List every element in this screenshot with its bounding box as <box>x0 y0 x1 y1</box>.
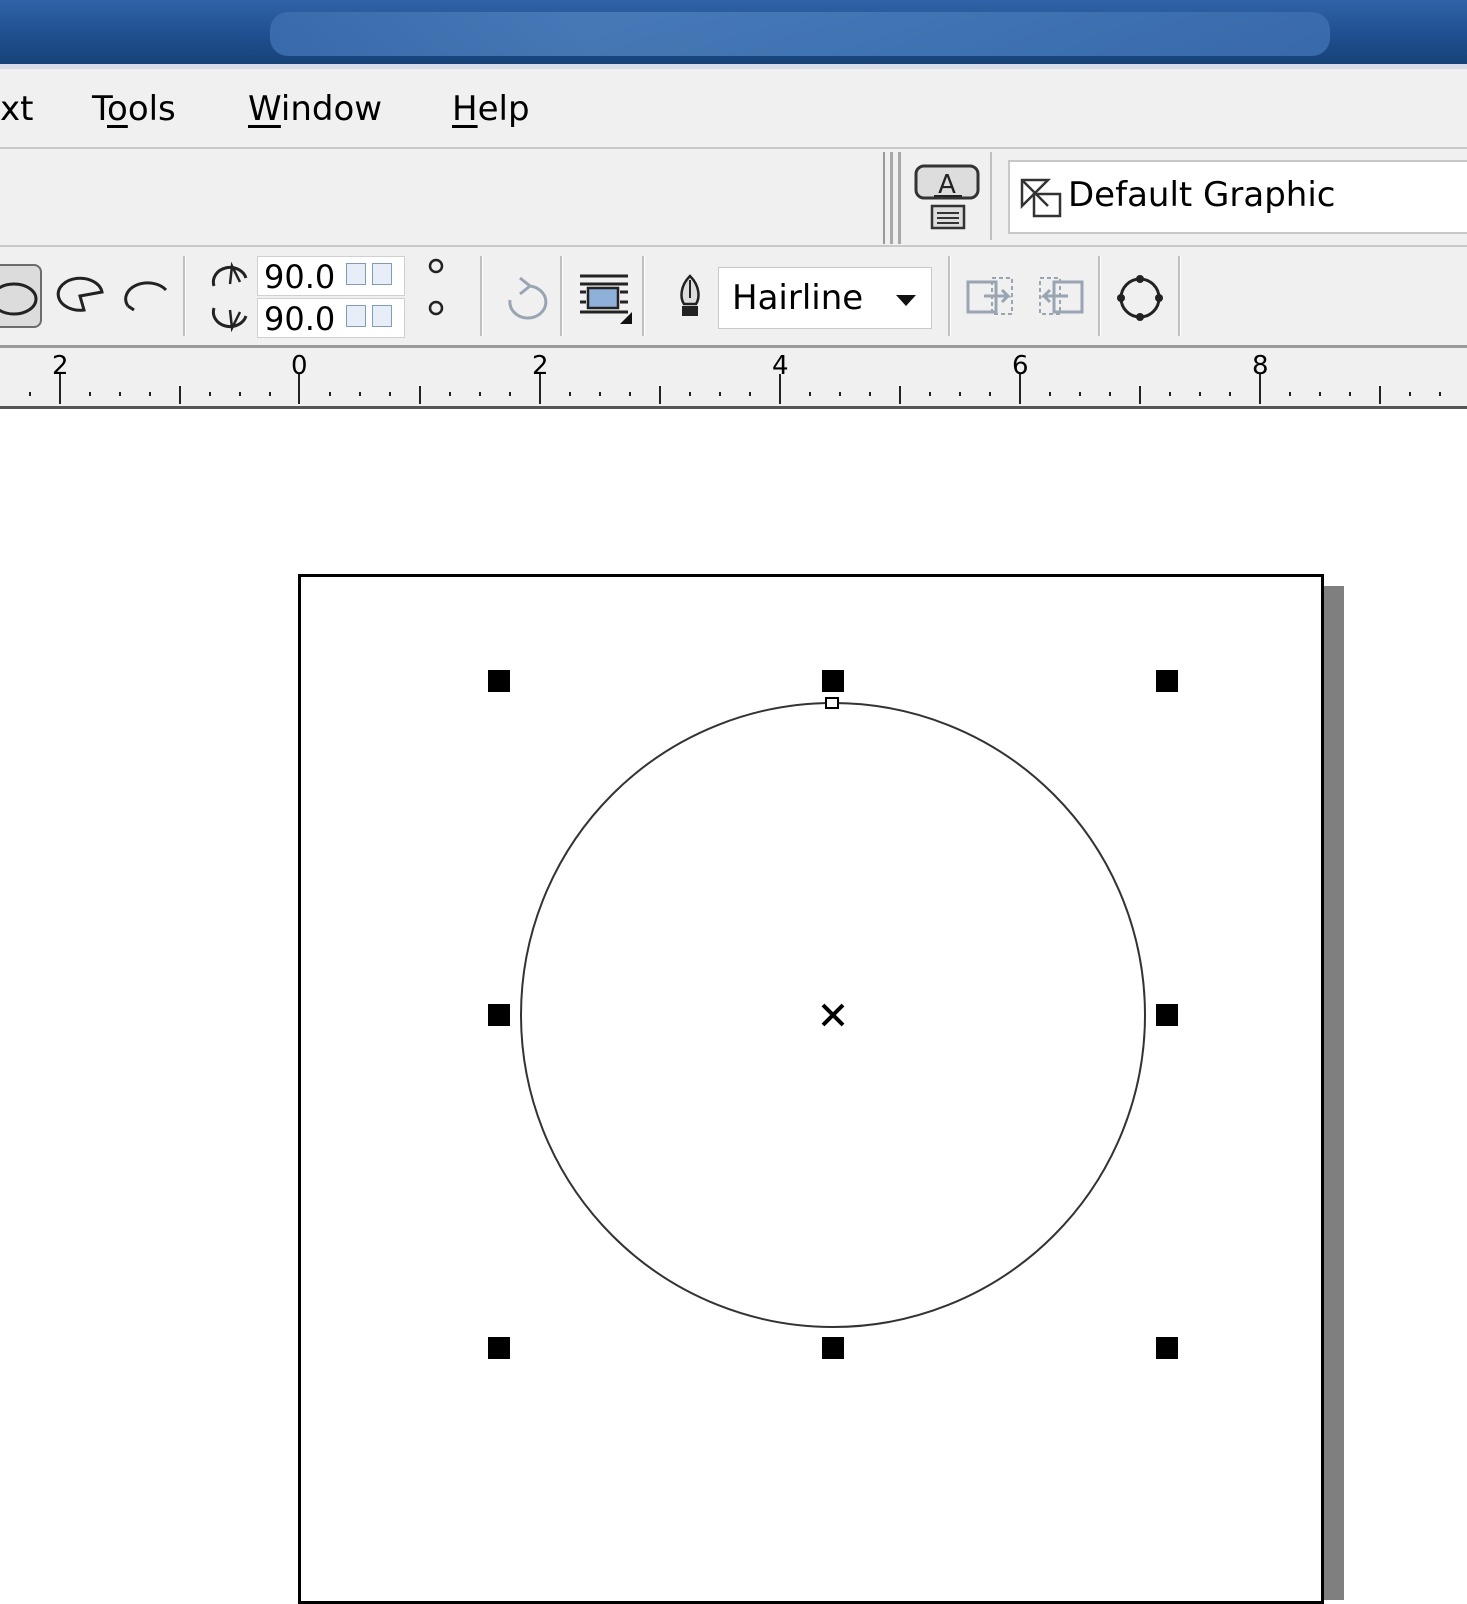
start-angle-up-button[interactable] <box>372 263 392 285</box>
end-angle-value: 90.0 <box>264 300 336 338</box>
outline-pen-icon <box>674 272 706 322</box>
end-angle-icon <box>208 298 252 336</box>
change-direction-icon[interactable] <box>498 270 550 326</box>
toolbar-grip[interactable] <box>890 152 893 244</box>
menu-tools[interactable]: Tools <box>92 89 176 129</box>
end-angle-up-button[interactable] <box>372 305 392 327</box>
pie-icon <box>56 276 104 312</box>
toolbar-separator <box>883 152 885 244</box>
end-angle-down-button[interactable] <box>346 305 366 327</box>
selected-ellipse[interactable] <box>470 660 1190 1360</box>
outline-width-value: Hairline <box>732 278 864 318</box>
start-angle-input[interactable]: 90.0 <box>257 256 405 296</box>
to-front-icon[interactable] <box>962 272 1018 324</box>
menu-bar <box>0 69 1467 149</box>
selection-handle <box>822 1337 844 1359</box>
start-angle-down-button[interactable] <box>346 263 366 285</box>
start-angle-value: 90.0 <box>264 258 336 296</box>
selection-handle <box>488 1337 510 1359</box>
toolbar-separator <box>183 256 186 336</box>
ellipse-mode-button[interactable] <box>0 264 42 328</box>
end-angle-input[interactable]: 90.0 <box>257 298 405 338</box>
toolbar-separator <box>1098 256 1101 336</box>
window-title-blurred <box>270 12 1330 56</box>
toolbar-separator <box>948 256 951 336</box>
toolbar-separator <box>480 256 483 336</box>
menu-window[interactable]: Window <box>248 89 382 129</box>
selection-handle <box>1156 670 1178 692</box>
ruler-label: 8 <box>1252 351 1269 381</box>
counterclockwise-radio-icon[interactable] <box>426 298 446 318</box>
toolbar-grip[interactable] <box>898 152 901 244</box>
toolbar-separator <box>642 256 645 336</box>
dropdown-arrow-icon[interactable] <box>894 292 918 308</box>
ruler-label: 4 <box>772 351 789 381</box>
pie-mode-button[interactable] <box>54 270 106 322</box>
text-style-icon[interactable]: A <box>912 160 984 234</box>
menu-help[interactable]: Help <box>452 89 530 129</box>
ruler-label: 0 <box>291 351 308 381</box>
menu-text[interactable]: xt <box>0 89 33 129</box>
graphic-style-icon <box>1018 174 1066 222</box>
selection-handle <box>488 1004 510 1026</box>
selection-handle <box>1156 1004 1178 1026</box>
toolbar-separator <box>990 152 992 240</box>
convert-to-curves-icon[interactable] <box>1112 270 1168 326</box>
arc-mode-button[interactable] <box>120 270 172 322</box>
to-back-icon[interactable] <box>1034 272 1090 324</box>
selection-handle <box>1156 1337 1178 1359</box>
selection-handle <box>822 670 844 692</box>
ruler-label: 2 <box>532 351 549 381</box>
start-angle-icon <box>208 256 252 294</box>
ruler-label: 2 <box>52 351 69 381</box>
ruler-label: 6 <box>1012 351 1029 381</box>
graphic-style-value: Default Graphic <box>1068 175 1336 215</box>
selection-handle <box>488 670 510 692</box>
wrap-text-icon[interactable] <box>576 268 634 326</box>
center-cross-icon <box>821 1003 845 1027</box>
toolbar-separator <box>1178 256 1181 336</box>
arc-icon <box>124 281 168 312</box>
ellipse-icon <box>0 282 38 316</box>
toolbar-separator <box>560 256 563 336</box>
ruler-ticks <box>29 374 1441 404</box>
node-handle <box>825 697 839 709</box>
clockwise-radio-icon[interactable] <box>426 256 446 276</box>
